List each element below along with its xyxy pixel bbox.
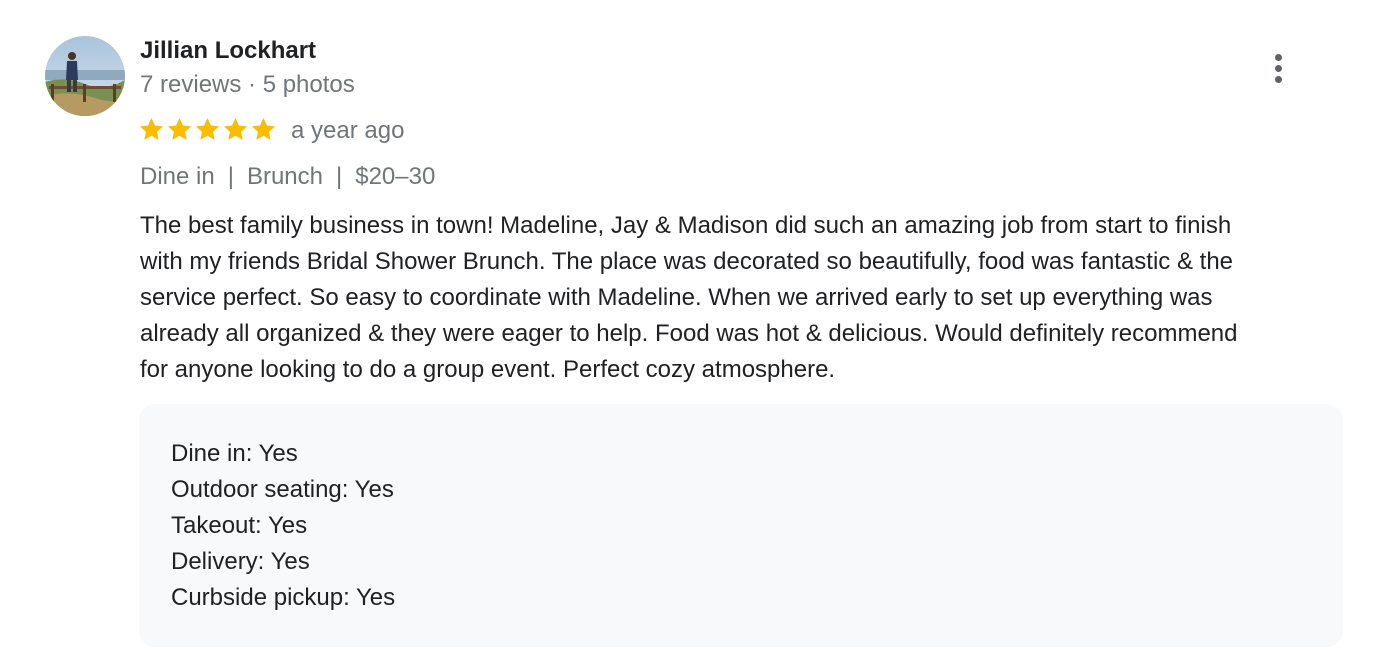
- visit-tags: Dine in | Brunch | $20–30: [140, 163, 435, 191]
- review-line: The best family business in town! Madeli…: [140, 212, 1232, 239]
- attribute-outdoor-seating: Outdoor seating: Yes: [171, 476, 394, 503]
- tag-price: $20–30: [355, 163, 436, 190]
- reviewer-meta: 7 reviews · 5 photos: [140, 71, 355, 98]
- attribute-takeout: Takeout: Yes: [171, 512, 308, 539]
- star-rating: [138, 116, 277, 143]
- reviewer-name[interactable]: Jillian Lockhart: [140, 37, 316, 65]
- review-line: for anyone looking to do a group event. …: [140, 356, 836, 383]
- more-vert-icon: [1275, 54, 1282, 61]
- reviewer-avatar[interactable]: [45, 36, 125, 116]
- review-line: already all organized & they were eager …: [140, 320, 1238, 347]
- tag-service: Dine in: [140, 163, 215, 190]
- review-time: a year ago: [291, 117, 405, 144]
- attribute-delivery: Delivery: Yes: [171, 548, 310, 575]
- more-options-button[interactable]: [1262, 50, 1296, 88]
- tag-separator: |: [336, 163, 343, 190]
- attributes-box: Dine in: Yes Outdoor seating: Yes Takeou…: [139, 404, 1343, 647]
- star-icon: [250, 116, 277, 143]
- star-icon: [138, 116, 165, 143]
- star-icon: [194, 116, 221, 143]
- star-icon: [166, 116, 193, 143]
- star-icon: [222, 116, 249, 143]
- review-line: service perfect. So easy to coordinate w…: [140, 284, 1213, 311]
- review-line: with my friends Bridal Shower Brunch. Th…: [140, 248, 1234, 275]
- attribute-dine-in: Dine in: Yes: [171, 440, 298, 467]
- tag-separator: |: [227, 163, 234, 190]
- review-text: The best family business in town! Madeli…: [140, 208, 1355, 388]
- attribute-curbside-pickup: Curbside pickup: Yes: [171, 584, 396, 611]
- tag-meal: Brunch: [246, 163, 323, 190]
